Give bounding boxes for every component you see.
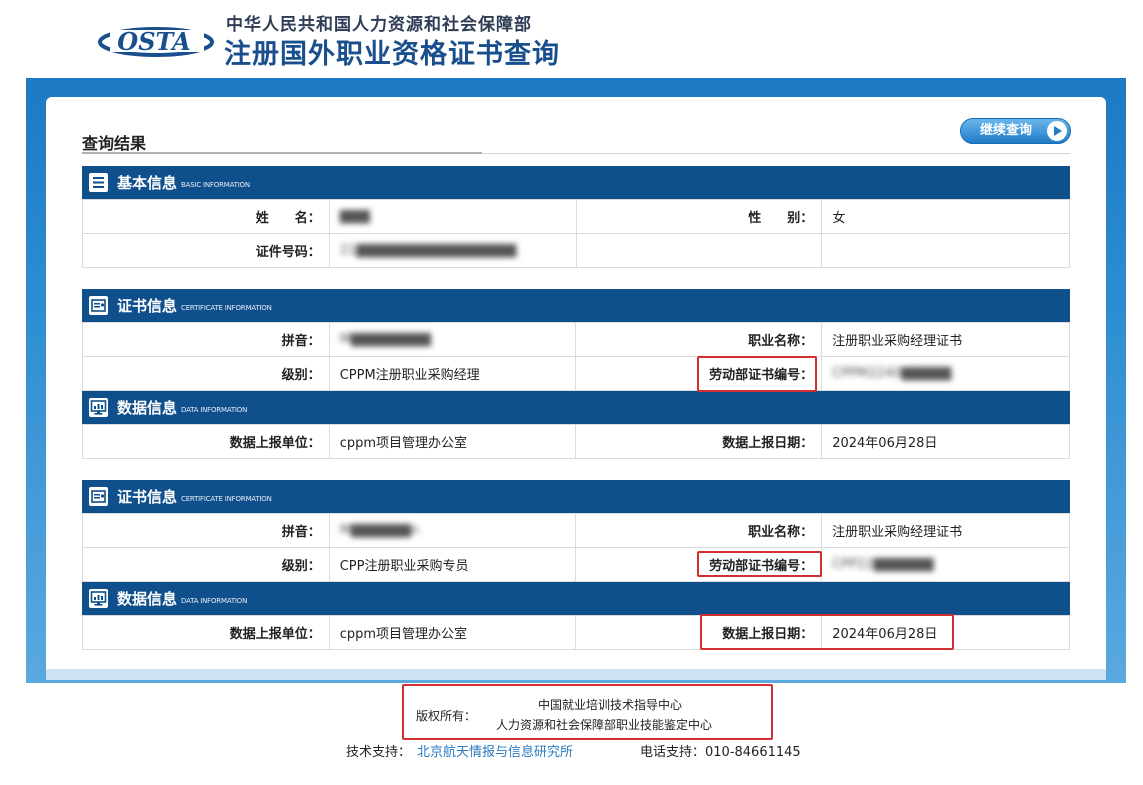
certificate-section-1: 证书信息 CERTIFICATE INFORMATION 拼音： M▇▇▇▇▇▇… [82,289,1070,459]
copyright-org-1: 中国就业培训技术指导中心 [538,698,683,712]
list-icon [89,173,108,192]
data-info-header: 数据信息 DATA INFORMATION [82,391,1070,424]
level-value: CPP注册职业采购专员 [328,547,577,582]
table-row: 姓 名： ▇▇▇ 性 别： 女 [82,199,1070,234]
gender-value: 女 [821,199,1070,234]
occupation-value: 注册职业采购经理证书 [821,513,1070,548]
name-label: 姓 名： [82,199,330,234]
highlight-box [697,356,817,392]
data-info-header: 数据信息 DATA INFORMATION [82,582,1070,615]
site-title: 注册国外职业资格证书查询 [224,39,560,70]
name-value: ▇▇▇ [339,209,370,224]
level-label: 级别： [82,547,330,582]
report-unit-label: 数据上报单位： [82,615,330,650]
empty-cell [575,233,823,268]
continue-query-button[interactable]: 继续查询 [960,118,1071,144]
logo-text: OSTA [117,27,190,56]
cert-number-value: CPP22▇▇▇▇▇▇ [832,557,934,572]
phone-support: 电话支持：010-84661145 [640,745,801,760]
id-value: 21▇▇▇▇▇▇▇▇▇▇▇▇▇▇▇▇ [339,243,517,258]
highlight-box [700,614,954,650]
play-icon [1047,121,1067,141]
occupation-label: 职业名称： [575,513,823,548]
certificate-icon [89,296,108,315]
certificate-info-subtitle: CERTIFICATE INFORMATION [181,304,272,312]
report-date-value: 2024年06月28日 [821,424,1070,459]
highlight-box [697,551,822,577]
pinyin-label: 拼音： [82,322,330,357]
data-info-subtitle: DATA INFORMATION [181,597,248,605]
report-unit-value: cppm项目管理办公室 [328,424,577,459]
table-row: 级别： CPP注册职业采购专员 劳动部证书编号： CPP22▇▇▇▇▇▇ [82,547,1070,582]
tech-support-label: 技术支持： [346,745,412,760]
basic-info-section: 基本信息 BASIC INFORMATION 姓 名： ▇▇▇ 性 别： 女 证… [82,166,1070,268]
pinyin-value: M▇▇▇▇▇▇▇▇ [339,332,431,347]
result-title: 查询结果 [82,134,147,153]
tech-support-link[interactable]: 北京航天情报与信息研究所 [417,741,573,760]
gender-label: 性 别： [575,199,823,234]
certificate-info-header: 证书信息 CERTIFICATE INFORMATION [82,480,1070,513]
data-info-title: 数据信息 [117,590,178,608]
result-title-underline [82,152,482,154]
table-row: 数据上报单位： cppm项目管理办公室 数据上报日期： 2024年06月28日 [82,424,1070,459]
data-info-title: 数据信息 [117,399,178,417]
table-row: 级别： CPPM注册职业采购经理 劳动部证书编号： CPPM2240▇▇▇▇▇ [82,356,1070,391]
table-row: 证件号码： 21▇▇▇▇▇▇▇▇▇▇▇▇▇▇▇▇ [82,233,1070,268]
pinyin-value: M▇▇▇▇▇▇n [339,523,420,538]
data-info-subtitle: DATA INFORMATION [181,406,248,414]
table-row: 拼音： M▇▇▇▇▇▇n 职业名称： 注册职业采购经理证书 [82,513,1070,548]
copyright-org-2: 人力资源和社会保障部职业技能鉴定中心 [496,718,713,732]
level-value: CPPM注册职业采购经理 [328,356,577,391]
basic-info-subtitle: BASIC INFORMATION [181,181,250,189]
certificate-table: 拼音： M▇▇▇▇▇▇n 职业名称： 注册职业采购经理证书 级别： CPP注册职… [82,513,1070,582]
cert-number-value: CPPM2240▇▇▇▇▇ [832,366,952,381]
certificate-info-subtitle: CERTIFICATE INFORMATION [181,495,272,503]
certificate-info-title: 证书信息 [117,488,178,506]
pinyin-label: 拼音： [82,513,330,548]
divider [482,153,1070,154]
occupation-label: 职业名称： [575,322,823,357]
occupation-value: 注册职业采购经理证书 [821,322,1070,357]
level-label: 级别： [82,356,330,391]
basic-info-title: 基本信息 [117,174,178,192]
osta-logo: OSTA [98,27,214,57]
report-date-label: 数据上报日期： [575,424,823,459]
monitor-chart-icon [89,589,108,608]
continue-query-label: 继续查询 [980,123,1033,138]
id-label: 证件号码： [82,233,330,268]
data-info-table: 数据上报单位： cppm项目管理办公室 数据上报日期： 2024年06月28日 [82,424,1070,459]
certificate-info-header: 证书信息 CERTIFICATE INFORMATION [82,289,1070,322]
empty-cell [821,233,1070,268]
monitor-chart-icon [89,398,108,417]
table-row: 拼音： M▇▇▇▇▇▇▇▇ 职业名称： 注册职业采购经理证书 [82,322,1070,357]
page-header: OSTA 中华人民共和国人力资源和社会保障部 注册国外职业资格证书查询 [0,0,1143,78]
report-unit-label: 数据上报单位： [82,424,330,459]
copyright-label: 版权所有： [416,709,477,723]
basic-info-table: 姓 名： ▇▇▇ 性 别： 女 证件号码： 21▇▇▇▇▇▇▇▇▇▇▇▇▇▇▇▇ [82,199,1070,268]
report-unit-value: cppm项目管理办公室 [328,615,577,650]
certificate-info-title: 证书信息 [117,297,178,315]
certificate-icon [89,487,108,506]
basic-info-header: 基本信息 BASIC INFORMATION [82,166,1070,199]
frame-bottom-bar [46,668,1106,680]
certificate-table: 拼音： M▇▇▇▇▇▇▇▇ 职业名称： 注册职业采购经理证书 级别： CPPM注… [82,322,1070,391]
